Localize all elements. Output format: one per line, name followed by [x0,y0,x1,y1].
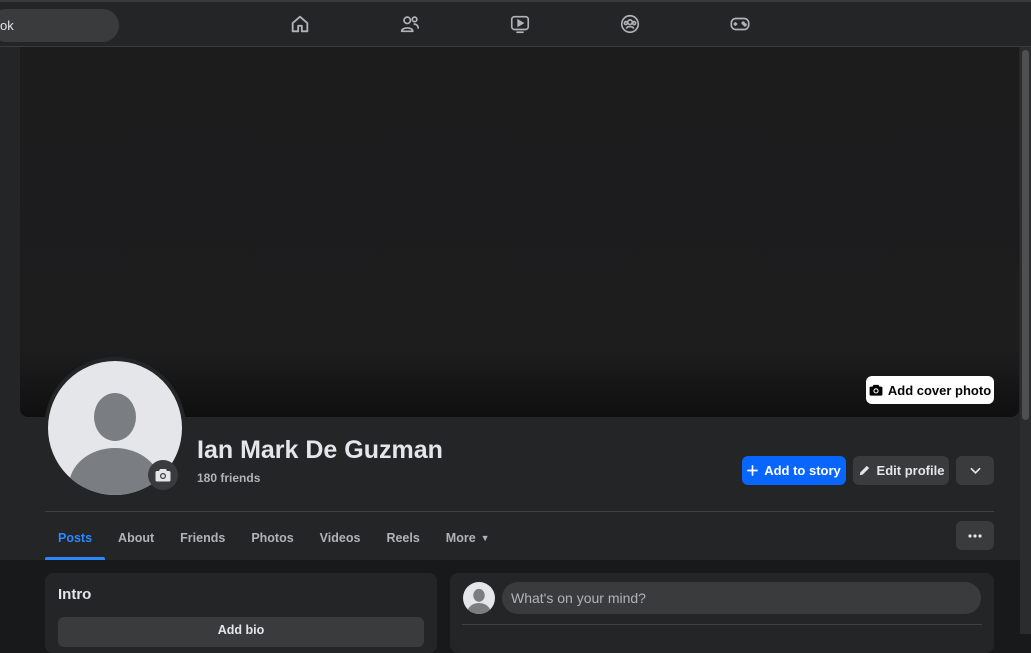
gaming-icon[interactable] [728,12,752,36]
tab-about[interactable]: About [105,516,167,560]
tab-reels[interactable]: Reels [373,516,432,560]
tab-label: About [118,531,155,545]
intro-title: Intro [58,586,92,603]
tab-friends[interactable]: Friends [167,516,238,560]
caret-down-icon: ▼ [480,533,490,543]
cover-photo[interactable] [20,47,1019,417]
tab-label: More [445,531,476,545]
scrollbar-thumb[interactable] [1022,50,1029,420]
watch-icon[interactable] [508,12,532,36]
add-cover-photo-button[interactable]: Add cover photo [866,376,994,404]
composer-divider [462,624,982,625]
ellipsis-icon [968,533,982,538]
camera-icon [869,384,883,396]
add-to-story-label: Add to story [764,463,841,478]
default-avatar-icon [467,588,491,614]
tab-label: Friends [180,531,226,545]
friends-icon[interactable] [398,12,422,36]
tab-posts[interactable]: Posts [45,516,106,560]
pencil-icon [859,465,869,476]
add-bio-button[interactable]: Add bio [58,617,424,647]
tab-label: Videos [319,531,361,545]
tab-label: Photos [251,531,294,545]
intro-card: Intro Add bio [45,573,437,653]
camera-icon [155,469,171,482]
tab-more[interactable]: More ▼ [433,516,503,560]
profile-tabs: Posts About Friends Photos Videos Reels … [45,516,503,560]
tab-videos[interactable]: Videos [307,516,374,560]
whats-on-your-mind-input[interactable]: What's on your mind? [502,582,981,614]
top-navigation-bar: ok [0,0,1031,47]
profile-name: Ian Mark De Guzman [197,436,443,464]
edit-profile-button[interactable]: Edit profile [853,456,949,485]
friends-count[interactable]: 180 friends [197,471,260,485]
tab-label: Reels [386,531,420,545]
header-divider [45,511,994,512]
chevron-down-icon [970,467,980,474]
tab-label: Posts [58,531,93,545]
update-profile-picture-button[interactable] [148,460,178,490]
composer-avatar[interactable] [463,582,495,614]
profile-options-dropdown[interactable] [956,456,994,485]
search-input[interactable]: ok [0,9,119,42]
more-options-button[interactable] [956,521,994,550]
tab-photos[interactable]: Photos [238,516,306,560]
post-composer: What's on your mind? [450,573,994,653]
add-to-story-button[interactable]: Add to story [742,456,846,485]
add-cover-photo-label: Add cover photo [887,382,992,398]
edit-profile-label: Edit profile [876,463,945,478]
plus-icon [747,465,759,476]
home-icon[interactable] [288,12,312,36]
groups-icon[interactable] [618,12,642,36]
